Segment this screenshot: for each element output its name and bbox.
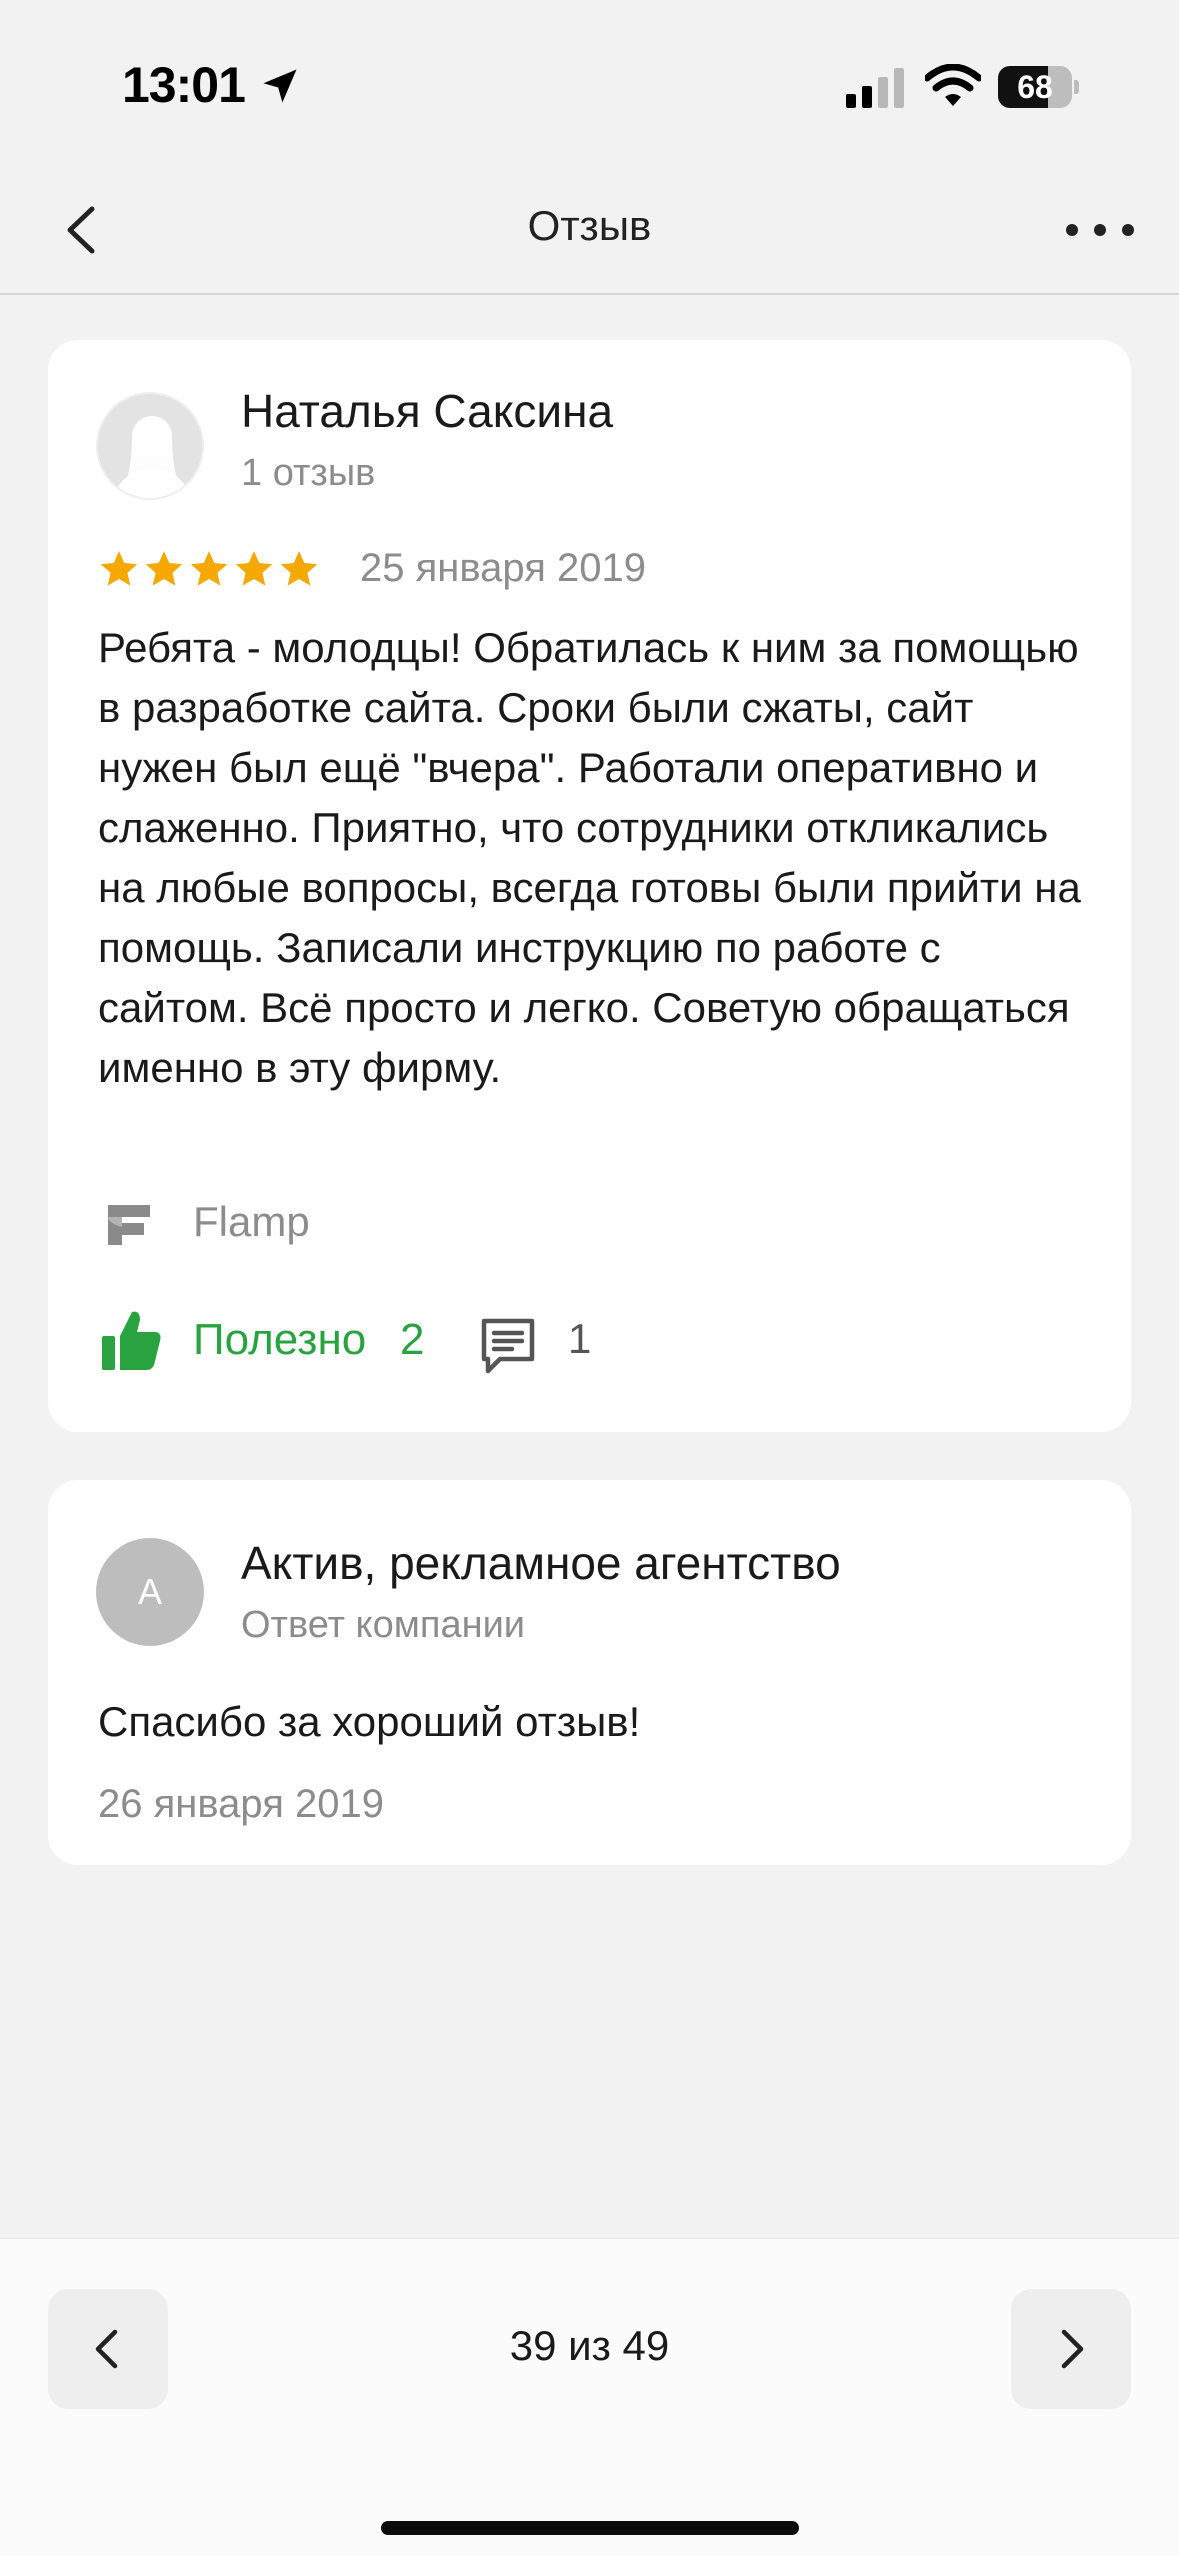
navigation-bar: Отзыв [0, 170, 1179, 295]
bottom-pager-bar: 39 из 49 [0, 2238, 1179, 2556]
star-icon [190, 551, 228, 586]
wifi-icon [925, 64, 981, 106]
review-author-name[interactable]: Наталья Саксина [241, 384, 613, 438]
company-reply-card: А Актив, рекламное агентство Ответ компа… [48, 1480, 1131, 1865]
chevron-right-icon [1061, 2329, 1084, 2369]
battery-indicator: 68 [998, 66, 1079, 108]
next-review-button[interactable] [1011, 2289, 1131, 2409]
star-icon [100, 551, 138, 586]
company-reply-date: 26 января 2019 [98, 1782, 384, 1826]
review-source: Flamp [193, 1198, 310, 1245]
review-author-count: 1 отзыв [241, 452, 376, 494]
useful-count: 2 [400, 1315, 425, 1364]
thumbs-up-icon[interactable] [100, 1308, 162, 1372]
status-time: 13:01 [122, 57, 246, 113]
comment-count: 1 [568, 1315, 592, 1362]
status-bar: 13:01 68 [0, 0, 1179, 170]
home-indicator [381, 2521, 799, 2535]
useful-button[interactable]: Полезно [193, 1315, 366, 1365]
rating-stars [98, 548, 320, 590]
star-icon [280, 551, 318, 586]
company-avatar[interactable]: А [96, 1538, 204, 1646]
page-title: Отзыв [527, 202, 652, 249]
cellular-signal-icon [846, 68, 904, 108]
location-arrow-icon [263, 69, 297, 103]
pager-position: 39 из 49 [509, 2322, 670, 2369]
company-reply-label: Ответ компании [241, 1604, 526, 1646]
comment-icon[interactable] [478, 1315, 538, 1375]
flamp-logo-icon [108, 1205, 150, 1245]
company-reply-text: Спасибо за хороший отзыв! [98, 1698, 641, 1745]
more-options-icon[interactable] [1060, 205, 1140, 255]
user-avatar[interactable] [96, 392, 204, 500]
user-silhouette-icon [113, 416, 191, 498]
star-icon [145, 551, 183, 586]
star-icon [235, 551, 273, 586]
review-screen: 13:01 68 Отзыв Наталья Саксина 1 отзыв 2… [0, 0, 1179, 2556]
review-date: 25 января 2019 [360, 546, 646, 590]
review-text: Ребята - молодцы! Обратилась к ним за по… [98, 624, 1081, 1091]
company-name[interactable]: Актив, рекламное агентство [241, 1536, 841, 1590]
battery-percent: 68 [1017, 69, 1053, 105]
review-card: Наталья Саксина 1 отзыв 25 января 2019 Р… [48, 340, 1131, 1432]
